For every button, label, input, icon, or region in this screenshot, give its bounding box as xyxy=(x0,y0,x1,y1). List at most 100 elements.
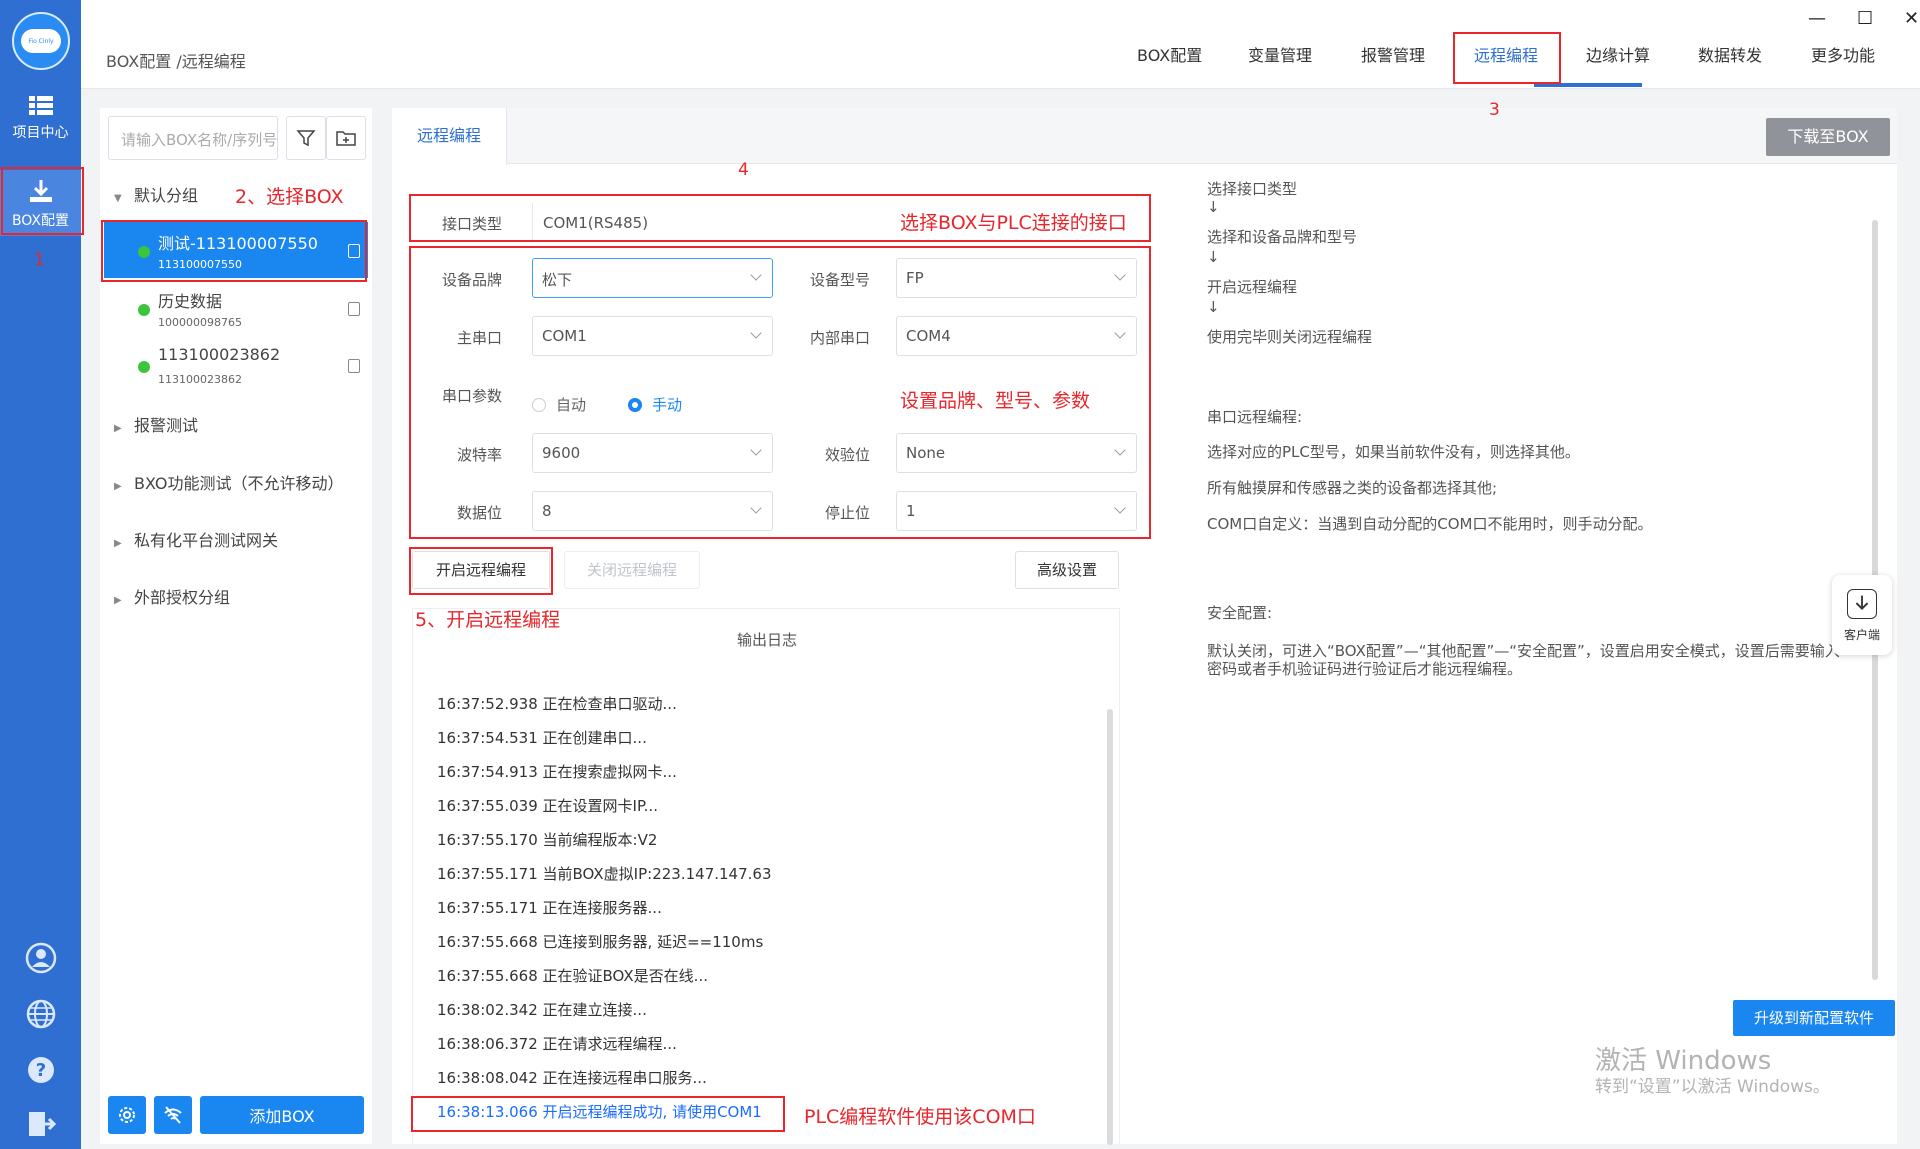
settings-button[interactable] xyxy=(108,1096,146,1134)
log-line: 16:37:54.531 正在创建串口... xyxy=(437,729,647,747)
annotation-box-start-button xyxy=(409,547,553,595)
stop-remote-programming-button: 关闭远程编程 xyxy=(564,551,700,589)
svg-text:?: ? xyxy=(36,1060,46,1081)
online-status-dot xyxy=(138,304,150,316)
arrow-down-icon: ↓ xyxy=(1207,298,1220,316)
security-help-line: 密码或者手机验证码进行验证后才能远程编程。 xyxy=(1207,660,1523,678)
caret-right-icon: ▶ xyxy=(114,538,122,549)
client-download-widget[interactable]: 客户端 xyxy=(1832,575,1892,655)
tab-box-config[interactable]: BOX配置 xyxy=(1137,42,1202,66)
wifi-off-icon xyxy=(164,1106,182,1124)
top-bar: BOX配置 /远程编程 BOX配置 变量管理 报警管理 远程编程 边缘计算 数据… xyxy=(81,0,1920,89)
annotation-box-rail xyxy=(1,167,84,235)
group-label: BXO功能测试（不允许移动） xyxy=(134,474,344,493)
online-status-dot xyxy=(138,361,150,373)
log-line: 16:37:55.039 正在设置网卡IP... xyxy=(437,797,658,815)
help-step: 开启远程编程 xyxy=(1207,278,1298,296)
add-folder-button[interactable] xyxy=(326,116,366,160)
security-help-title: 安全配置: xyxy=(1207,604,1273,622)
close-button[interactable]: ✕ xyxy=(1904,8,1919,29)
annotation-step-1: 1 xyxy=(34,250,45,270)
box-name: 历史数据 xyxy=(158,292,223,311)
help-step: 选择和设备品牌和型号 xyxy=(1207,228,1358,246)
log-line: 16:37:55.668 正在验证BOX是否在线... xyxy=(437,967,708,985)
box-serial: 100000098765 xyxy=(158,316,242,329)
group-alarm-test[interactable]: ▶ 报警测试 xyxy=(114,412,198,436)
tab-edge-computing[interactable]: 边缘计算 xyxy=(1586,42,1650,66)
annotation-com-note: PLC编程软件使用该COM口 xyxy=(804,1106,1036,1128)
box-name: 113100023862 xyxy=(158,345,281,364)
tab-variable-management[interactable]: 变量管理 xyxy=(1248,42,1312,66)
help-step: 选择接口类型 xyxy=(1207,180,1298,198)
filter-button[interactable] xyxy=(286,116,326,160)
log-scrollbar[interactable] xyxy=(1107,709,1113,1145)
rail-item-label: 项目中心 xyxy=(12,125,69,141)
box-serial: 113100023862 xyxy=(158,373,242,386)
rail-item-project-center[interactable]: 项目中心 xyxy=(0,96,81,156)
group-default[interactable]: ▼ 默认分组 xyxy=(114,182,198,206)
annotation-box-selected-box xyxy=(101,220,367,282)
log-line: 16:38:08.042 正在连接远程串口服务... xyxy=(437,1069,707,1087)
caret-right-icon: ▶ xyxy=(114,481,122,492)
caret-right-icon: ▶ xyxy=(114,595,122,606)
logout-icon[interactable] xyxy=(24,1108,58,1142)
log-line: 16:37:52.938 正在检查串口驱动... xyxy=(437,695,677,713)
annotation-params-note: 设置品牌、型号、参数 xyxy=(900,390,1091,412)
arrow-down-icon: ↓ xyxy=(1207,248,1220,266)
minimize-button[interactable]: — xyxy=(1808,8,1826,29)
help-step: 使用完毕则关闭远程编程 xyxy=(1207,328,1373,346)
copy-icon[interactable] xyxy=(348,359,360,373)
annotation-box-tab xyxy=(1453,32,1561,84)
gear-icon xyxy=(119,1107,135,1123)
arrow-down-icon: ↓ xyxy=(1207,198,1220,216)
log-line: 16:37:54.913 正在搜索虚拟网卡... xyxy=(437,763,677,781)
annotation-step-2: 2、选择BOX xyxy=(235,186,344,208)
annotation-step-4: 4 xyxy=(738,160,749,180)
app-logo: Fio Cinly xyxy=(12,12,70,70)
tab-alarm-management[interactable]: 报警管理 xyxy=(1361,42,1425,66)
logo-cloud-icon: Fio Cinly xyxy=(21,29,61,53)
group-bxo-function-test[interactable]: ▶ BXO功能测试（不允许移动） xyxy=(114,470,344,494)
client-label: 客户端 xyxy=(1843,628,1880,642)
caret-down-icon: ▼ xyxy=(114,193,122,204)
user-icon[interactable] xyxy=(24,942,58,976)
copy-icon[interactable] xyxy=(348,302,360,316)
output-log: 输出日志 16:37:52.938 正在检查串口驱动... 16:37:54.5… xyxy=(412,608,1120,1145)
add-box-button[interactable]: 添加BOX xyxy=(200,1096,364,1134)
box-search-input[interactable]: 请输入BOX名称/序列号 xyxy=(108,116,278,160)
log-title: 输出日志 xyxy=(736,631,797,649)
content-tabstrip: 远程编程 下载至BOX xyxy=(392,108,1897,165)
annotation-step-3: 3 xyxy=(1489,100,1500,120)
log-line: 16:37:55.171 当前BOX虚拟IP:223.147.147.63 xyxy=(437,865,772,883)
help-icon[interactable]: ? xyxy=(24,1054,58,1088)
box-item[interactable]: 113100023862 113100023862 xyxy=(104,337,368,393)
tab-data-forwarding[interactable]: 数据转发 xyxy=(1698,42,1762,66)
offline-button[interactable] xyxy=(154,1096,192,1134)
grid-icon xyxy=(28,96,53,115)
upgrade-config-software-button[interactable]: 升级到新配置软件 xyxy=(1733,1000,1895,1036)
group-label: 外部授权分组 xyxy=(134,588,231,607)
annotation-interface-note: 选择BOX与PLC连接的接口 xyxy=(900,212,1127,234)
group-external-auth[interactable]: ▶ 外部授权分组 xyxy=(114,584,230,608)
advanced-settings-button[interactable]: 高级设置 xyxy=(1015,551,1119,589)
add-folder-icon xyxy=(336,131,356,146)
download-icon xyxy=(1847,589,1877,619)
log-line: 16:37:55.668 已连接到服务器, 延迟==110ms xyxy=(437,933,764,951)
group-label: 默认分组 xyxy=(134,186,199,205)
serial-help-line: 选择对应的PLC型号，如果当前软件没有，则选择其他。 xyxy=(1207,443,1580,461)
group-label: 报警测试 xyxy=(134,416,199,435)
tab-remote-programming-content[interactable]: 远程编程 xyxy=(392,108,507,165)
serial-help-title: 串口远程编程: xyxy=(1207,408,1303,426)
globe-icon[interactable] xyxy=(24,998,58,1032)
serial-help-line: COM口自定义：当遇到自动分配的COM口不能用时，则手动分配。 xyxy=(1207,515,1653,533)
log-line: 16:38:06.372 正在请求远程编程... xyxy=(437,1035,677,1053)
tab-more-functions[interactable]: 更多功能 xyxy=(1811,42,1875,66)
windows-activation-hint: 转到“设置”以激活 Windows。 xyxy=(1595,1077,1830,1097)
download-to-box-button[interactable]: 下载至BOX xyxy=(1766,118,1890,156)
group-private-platform[interactable]: ▶ 私有化平台测试网关 xyxy=(114,527,278,551)
maximize-button[interactable]: ☐ xyxy=(1857,8,1873,29)
log-line: 16:38:02.342 正在建立连接... xyxy=(437,1001,647,1019)
annotation-box-success-line xyxy=(411,1096,785,1132)
box-item[interactable]: 历史数据 100000098765 xyxy=(104,280,368,336)
group-label: 私有化平台测试网关 xyxy=(134,531,279,550)
